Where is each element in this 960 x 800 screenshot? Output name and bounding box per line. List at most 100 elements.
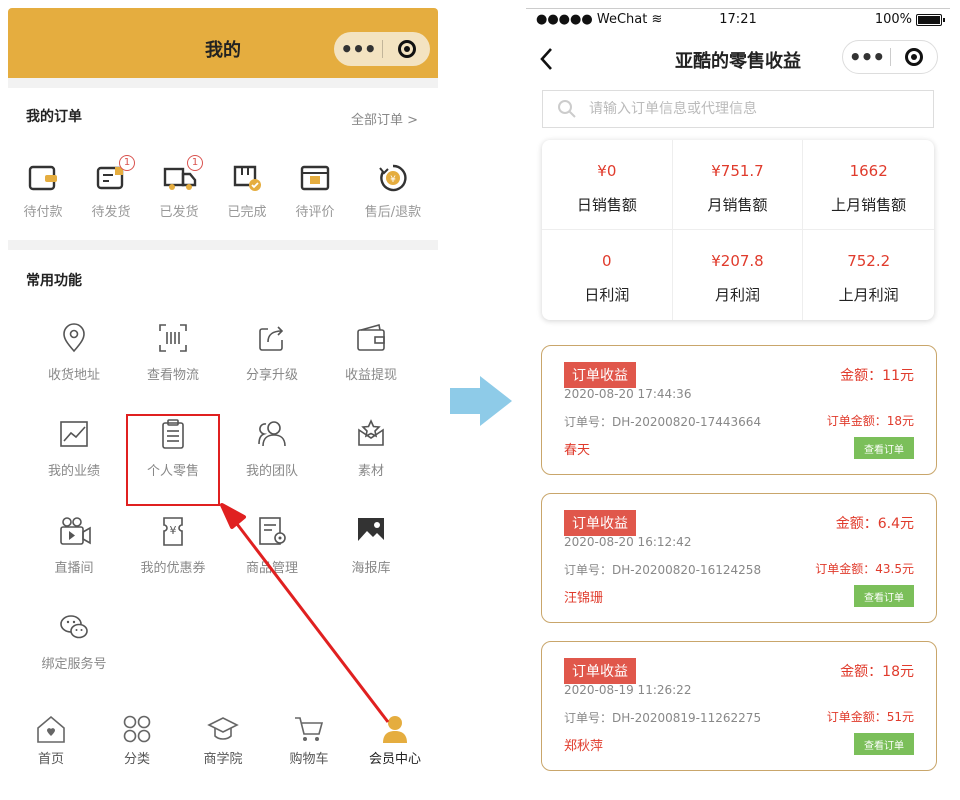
customer-name: 郑秋萍 [564, 739, 604, 754]
function-material[interactable]: 素材 [321, 418, 421, 479]
function-label: 我的团队 [245, 464, 298, 479]
stat-value: 752.2 [847, 252, 891, 270]
miniprogram-capsule: ••• [334, 32, 430, 66]
tab-category[interactable]: 分类 [94, 708, 180, 784]
function-bind-service-account[interactable]: 绑定服务号 [24, 611, 124, 672]
tab-school[interactable]: 商学院 [180, 708, 266, 784]
svg-text:¥: ¥ [390, 175, 396, 185]
nav-bar: 亚酷的零售收益 ••• [526, 34, 950, 84]
stat-label: 上月销售额 [831, 196, 907, 214]
stat-value: ¥0 [597, 162, 617, 180]
section-divider [8, 78, 438, 88]
coupon-icon: ¥ [157, 515, 189, 547]
poster-icon [355, 515, 387, 547]
function-label: 我的业绩 [47, 464, 100, 479]
tab-label: 会员中心 [368, 752, 421, 767]
stat-value: ¥751.7 [711, 162, 764, 180]
function-label: 商品管理 [245, 561, 298, 576]
income-amount: 金额：11元 [840, 368, 914, 384]
function-label: 直播间 [54, 561, 94, 576]
more-icon[interactable]: ••• [334, 32, 382, 66]
order-status-to-review[interactable]: 待评价 [280, 163, 350, 220]
svg-text:¥: ¥ [170, 524, 177, 537]
stat-value: ¥207.8 [711, 252, 764, 270]
material-icon [355, 418, 387, 450]
income-type-tag: 订单收益 [564, 658, 636, 684]
stat-value: 0 [602, 252, 612, 270]
bottom-tab-bar: 首页 分类 商学院 购物车 会员中心 [8, 708, 438, 784]
order-count-badge: 1 [119, 155, 135, 171]
status-bar: ●●●●● WeChat ≋ 17:21 100% [526, 8, 950, 30]
orders-section-title: 我的订单 [26, 109, 82, 125]
category-icon [121, 714, 153, 744]
view-order-button[interactable]: 查看订单 [854, 437, 914, 459]
order-status-to-ship[interactable]: 1 待发货 [76, 155, 146, 220]
function-my-team[interactable]: 我的团队 [222, 418, 322, 479]
home-icon [35, 714, 67, 744]
order-amount: 订单金额：43.5元 [815, 562, 914, 576]
order-status-label: 待评价 [295, 205, 335, 220]
function-label: 收益提现 [344, 368, 397, 383]
income-type-tag: 订单收益 [564, 510, 636, 536]
battery-icon [916, 13, 945, 26]
tab-label: 首页 [37, 752, 64, 767]
income-card: 订单收益 2020-08-20 16:12:42 订单号：DH-20200820… [541, 493, 937, 623]
search-icon [558, 100, 576, 118]
function-goods-management[interactable]: 商品管理 [222, 515, 322, 576]
tab-label: 购物车 [289, 752, 329, 767]
battery-status: 100% [874, 12, 945, 27]
tab-member-center[interactable]: 会员中心 [352, 708, 438, 784]
function-live-room[interactable]: 直播间 [24, 515, 124, 576]
order-status-refund[interactable]: ¥ 售后/退款 [358, 163, 428, 220]
stat-label: 月利润 [714, 286, 760, 304]
stat-value: 1662 [849, 162, 888, 180]
close-miniprogram-icon[interactable] [891, 48, 937, 66]
order-status-shipped[interactable]: 1 已发货 [144, 155, 214, 220]
function-label: 分享升级 [245, 368, 298, 383]
function-performance[interactable]: 我的业绩 [24, 418, 124, 479]
function-coupons[interactable]: ¥ 我的优惠券 [123, 515, 223, 576]
stat-label: 月销售额 [707, 196, 768, 214]
school-icon [207, 714, 239, 744]
function-shipping-address[interactable]: 收货地址 [24, 322, 124, 383]
order-status-label: 待付款 [23, 205, 63, 220]
order-number: 订单号：DH-20200820-16124258 [564, 563, 762, 577]
view-order-button[interactable]: 查看订单 [854, 733, 914, 755]
income-date: 2020-08-20 17:44:36 [564, 387, 692, 401]
tab-home[interactable]: 首页 [8, 708, 94, 784]
header-bar: 我的 ••• [8, 8, 438, 78]
order-status-label: 已完成 [227, 205, 267, 220]
order-status-unpaid[interactable]: 待付款 [8, 163, 78, 220]
function-poster-library[interactable]: 海报库 [321, 515, 421, 576]
pending-ship-icon: 1 [95, 155, 135, 193]
order-status-completed[interactable]: 已完成 [212, 163, 282, 220]
income-amount: 金额：18元 [840, 664, 914, 680]
wechat-icon [58, 611, 90, 643]
tab-cart[interactable]: 购物车 [266, 708, 352, 784]
function-share-upgrade[interactable]: 分享升级 [222, 322, 322, 383]
function-withdraw[interactable]: 收益提现 [321, 322, 421, 383]
income-type-tag: 订单收益 [564, 362, 636, 388]
truck-icon: 1 [163, 155, 203, 193]
order-amount: 订单金额：51元 [826, 710, 914, 724]
stat-monthly-profit: ¥207.8 月利润 [673, 230, 804, 320]
more-icon[interactable]: ••• [843, 40, 890, 74]
stat-last-month-profit: 752.2 上月利润 [803, 230, 934, 320]
close-miniprogram-icon[interactable] [383, 40, 430, 58]
search-input[interactable] [589, 101, 919, 117]
section-divider [8, 240, 438, 250]
cart-icon [293, 714, 325, 744]
order-number: 订单号：DH-20200820-17443664 [564, 415, 762, 429]
review-icon [299, 163, 331, 193]
view-order-button[interactable]: 查看订单 [854, 585, 914, 607]
order-status-label: 待发货 [91, 205, 131, 220]
stat-label: 日利润 [584, 286, 630, 304]
all-orders-link[interactable]: 全部订单 > [351, 109, 418, 128]
order-count-badge: 1 [187, 155, 203, 171]
function-label: 海报库 [351, 561, 391, 576]
refund-icon: ¥ [377, 163, 409, 193]
order-amount: 订单金额：18元 [826, 414, 914, 428]
battery-percent: 100% [874, 12, 912, 27]
function-logistics[interactable]: 查看物流 [123, 322, 223, 383]
chart-icon [58, 418, 90, 450]
